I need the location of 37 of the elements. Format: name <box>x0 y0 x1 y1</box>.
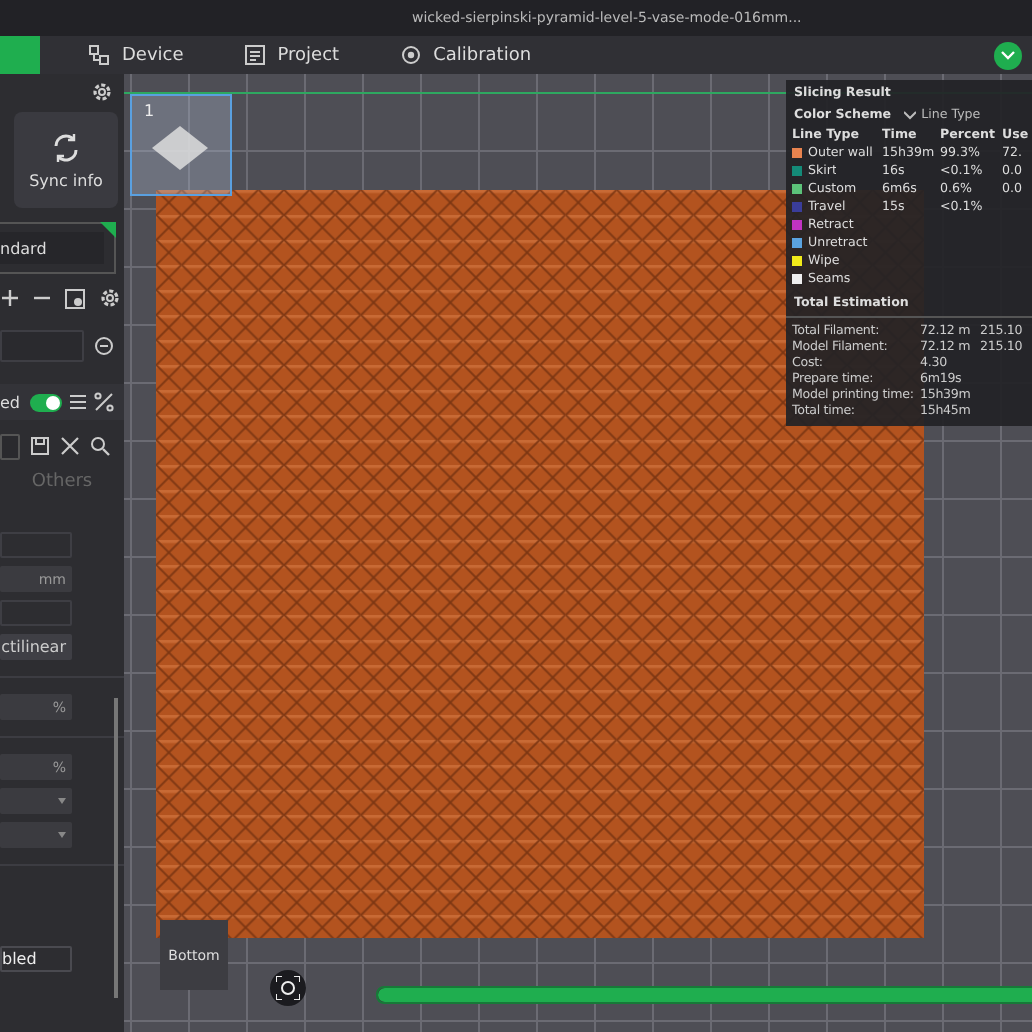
target-icon <box>276 976 300 1000</box>
tab[interactable]: Device <box>72 36 200 74</box>
plate-number: 1 <box>144 102 155 120</box>
preset-field[interactable]: ndard <box>0 232 104 264</box>
percent-icon[interactable] <box>94 392 114 412</box>
toggle-switch[interactable] <box>30 393 62 411</box>
diamond-icon <box>152 126 208 170</box>
device-icon <box>88 44 110 66</box>
chevron-icon <box>903 110 916 120</box>
toggle-label: ed <box>0 393 20 411</box>
sync-icon <box>50 131 82 163</box>
scrollbar[interactable] <box>114 698 118 998</box>
plus-icon[interactable] <box>0 288 20 308</box>
recenter-button[interactable] <box>270 970 306 1006</box>
dropdown-field[interactable] <box>0 822 72 848</box>
select-field[interactable]: bled <box>0 946 72 972</box>
dropdown-field[interactable] <box>0 788 72 814</box>
settings-icon[interactable] <box>98 286 122 310</box>
settings-icon[interactable] <box>90 80 114 104</box>
chevron-icon <box>1000 48 1016 62</box>
caret-icon <box>58 798 66 804</box>
minus-circle-icon[interactable] <box>94 336 114 356</box>
save-icon[interactable] <box>64 287 86 309</box>
caret-icon <box>58 832 66 838</box>
list-icon[interactable] <box>68 392 88 412</box>
tab[interactable]: Project <box>227 36 356 74</box>
plate-thumbnail[interactable]: 1 <box>130 94 232 196</box>
close-icon[interactable] <box>60 436 80 456</box>
search-field[interactable] <box>0 433 20 459</box>
select-field[interactable]: ctilinear <box>0 634 72 660</box>
save-icon[interactable] <box>30 436 50 456</box>
target-icon <box>399 44 422 66</box>
document-icon <box>243 44 266 66</box>
tab[interactable]: Calibration <box>383 36 548 74</box>
dropdown-button[interactable] <box>994 41 1022 69</box>
sync-info-button[interactable]: Sync info <box>14 112 118 208</box>
search-icon[interactable] <box>90 436 110 456</box>
